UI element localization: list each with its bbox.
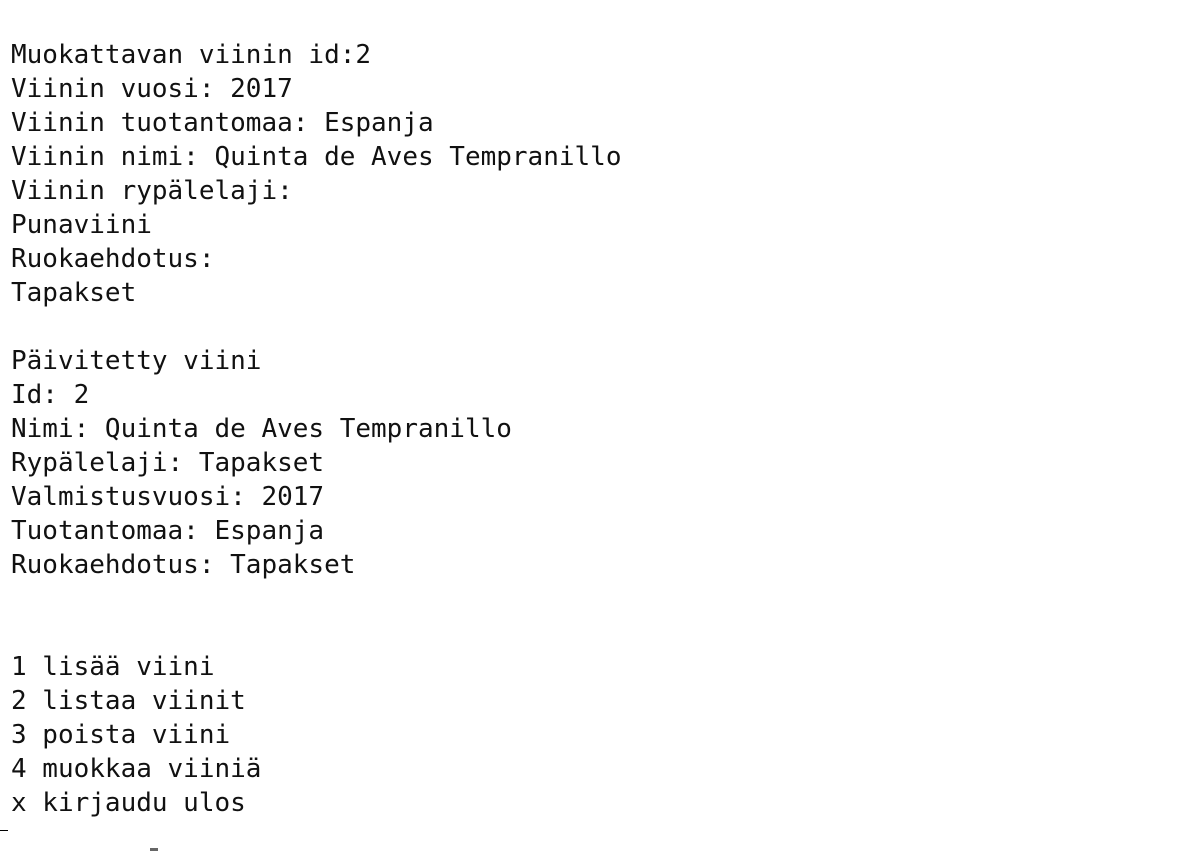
terminal-output: Muokattavan viinin id:2 Viinin vuosi: 20… bbox=[11, 38, 1181, 820]
edit-food-label: Ruokaehdotus: bbox=[11, 244, 215, 274]
updated-id-line: Id: 2 bbox=[11, 380, 90, 410]
updated-food-line: Ruokaehdotus: Tapakset bbox=[11, 550, 356, 580]
edit-food-value: Tapakset bbox=[11, 278, 137, 308]
terminal-cursor[interactable] bbox=[0, 830, 8, 831]
updated-name-line: Nimi: Quinta de Aves Tempranillo bbox=[11, 414, 512, 444]
clipped-glyph bbox=[150, 848, 158, 851]
updated-year-line: Valmistusvuosi: 2017 bbox=[11, 482, 325, 512]
edit-name-line: Viinin nimi: Quinta de Aves Tempranillo bbox=[11, 142, 622, 172]
edit-year-line: Viinin vuosi: 2017 bbox=[11, 74, 293, 104]
updated-wine-heading: Päivitetty viini bbox=[11, 346, 262, 376]
menu-item-add-wine: 1 lisää viini bbox=[11, 652, 215, 682]
edit-grape-label: Viinin rypälelaji: bbox=[11, 176, 293, 206]
menu-item-delete-wine: 3 poista viini bbox=[11, 720, 231, 750]
edit-id-line: Muokattavan viinin id:2 bbox=[11, 40, 372, 70]
menu-item-list-wines: 2 listaa viinit bbox=[11, 686, 246, 716]
updated-country-line: Tuotantomaa: Espanja bbox=[11, 516, 325, 546]
updated-grape-line: Rypälelaji: Tapakset bbox=[11, 448, 325, 478]
menu-item-edit-wine: 4 muokkaa viiniä bbox=[11, 754, 262, 784]
edit-grape-value: Punaviini bbox=[11, 210, 152, 240]
menu-item-logout: x kirjaudu ulos bbox=[11, 788, 246, 818]
edit-country-line: Viinin tuotantomaa: Espanja bbox=[11, 108, 434, 138]
